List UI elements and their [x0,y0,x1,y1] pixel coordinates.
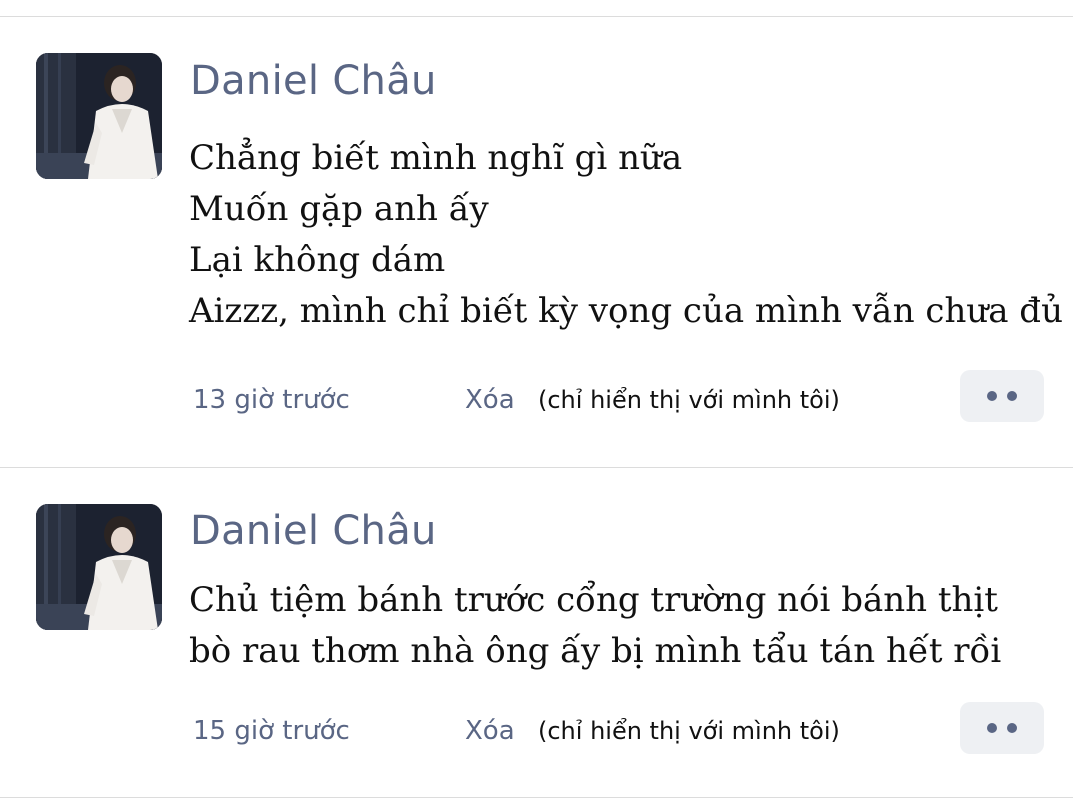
delete-button[interactable]: Xóa [465,384,515,416]
post-divider [0,467,1073,468]
post-line: Aizzz, mình chỉ biết kỳ vọng của mình vẫ… [189,291,1063,331]
avatar[interactable] [36,504,162,630]
visibility-note: (chỉ hiển thị với mình tôi) [538,717,840,745]
timestamp: 15 giờ trước [193,716,350,746]
post-line: Muốn gặp anh ấy [189,189,489,229]
more-dots-icon [987,391,997,401]
author-name[interactable]: Daniel Châu [190,57,437,105]
more-options-button[interactable] [960,702,1044,754]
avatar-image [36,53,162,179]
post-content: Chủ tiệm bánh trước cổng trường nói bánh… [189,575,1059,677]
delete-button[interactable]: Xóa [465,715,515,747]
avatar-image [36,504,162,630]
more-dots-icon [987,723,997,733]
post-line: Chủ tiệm bánh trước cổng trường nói bánh… [189,580,998,620]
post-line: Lại không dám [189,240,446,280]
top-divider [0,16,1073,17]
post-line: bò rau thơm nhà ông ấy bị mình tẩu tán h… [189,631,1002,671]
more-dots-icon [1007,391,1017,401]
bottom-divider [0,797,1073,798]
avatar[interactable] [36,53,162,179]
author-name[interactable]: Daniel Châu [190,507,437,555]
post-line: Chẳng biết mình nghĩ gì nữa [189,138,683,178]
more-dots-icon [1007,723,1017,733]
more-options-button[interactable] [960,370,1044,422]
visibility-note: (chỉ hiển thị với mình tôi) [538,386,840,414]
post-content: Chẳng biết mình nghĩ gì nữa Muốn gặp anh… [189,133,1063,337]
timestamp: 13 giờ trước [193,385,350,415]
